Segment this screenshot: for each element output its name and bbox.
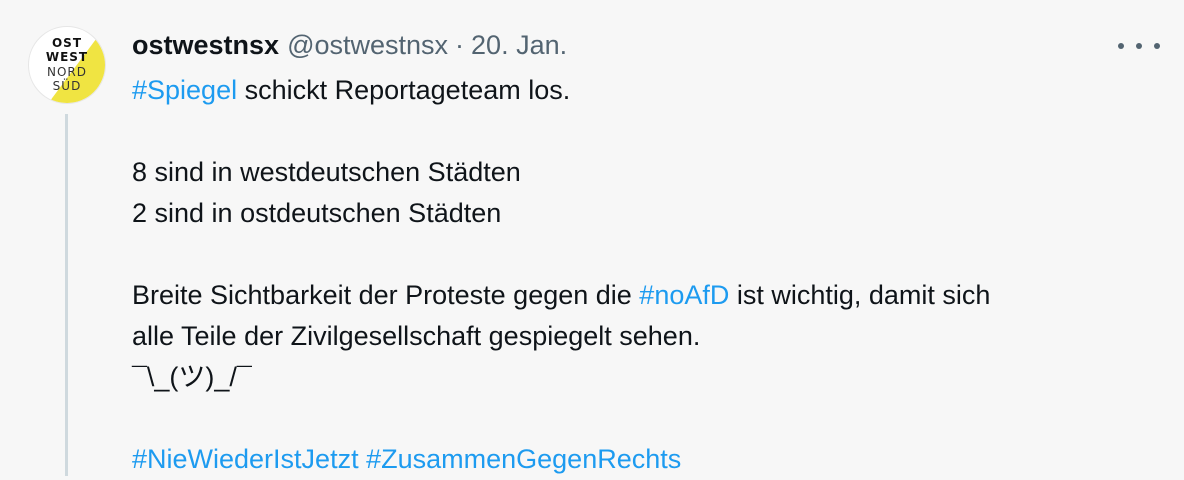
text-fragment: ist wichtig, damit sich: [729, 280, 991, 310]
avatar-text-nord: NORD: [47, 65, 87, 79]
text-fragment: Breite Sichtbarkeit der Proteste gegen d…: [132, 280, 640, 310]
more-horizontal-icon: [1136, 43, 1142, 49]
display-name[interactable]: ostwestnsx: [132, 30, 279, 61]
hashtag-niewiederistjetzt[interactable]: #NieWiederIstJetzt: [132, 444, 359, 474]
tweet[interactable]: OST WEST NORD SÜD ostwestnsx @ostwestnsx…: [0, 0, 1184, 476]
tweet-text: #Spiegel schickt Reportageteam los. 8 si…: [132, 70, 1142, 480]
avatar-text-sued: SÜD: [52, 79, 82, 93]
text-fragment: schickt Reportageteam los.: [237, 75, 571, 105]
avatar[interactable]: OST WEST NORD SÜD: [28, 26, 106, 104]
text-line-2: 8 sind in westdeutschen Städten: [132, 157, 521, 187]
hashtag-noafd[interactable]: #noAfD: [639, 280, 729, 310]
hashtag-spiegel[interactable]: #Spiegel: [132, 75, 237, 105]
more-horizontal-icon: [1118, 43, 1124, 49]
text-fragment: [359, 444, 367, 474]
more-options-button[interactable]: [1118, 32, 1160, 60]
separator-dot: ·: [455, 29, 465, 60]
text-line-7: #NieWiederIstJetzt #ZusammenGegenRechts: [132, 439, 1142, 480]
avatar-text-ost: OST: [51, 36, 83, 50]
text-line-3: 2 sind in ostdeutschen Städten: [132, 198, 502, 228]
user-handle[interactable]: @ostwestnsx: [287, 30, 448, 61]
thread-line: [65, 114, 68, 476]
text-line-4: Breite Sichtbarkeit der Proteste gegen d…: [132, 275, 1142, 316]
avatar-text-west: WEST: [45, 50, 89, 64]
text-line-6-shrug: ¯\_(ツ)_/¯: [132, 362, 252, 392]
more-horizontal-icon: [1154, 43, 1160, 49]
tweet-date[interactable]: 20. Jan.: [471, 30, 567, 61]
hashtag-zusammengegenrechts[interactable]: #ZusammenGegenRechts: [366, 444, 681, 474]
text-line-1: #Spiegel schickt Reportageteam los.: [132, 70, 1142, 111]
tweet-header: ostwestnsx @ostwestnsx · 20. Jan.: [132, 28, 567, 62]
text-line-5: alle Teile der Zivilgesellschaft gespieg…: [132, 321, 701, 351]
